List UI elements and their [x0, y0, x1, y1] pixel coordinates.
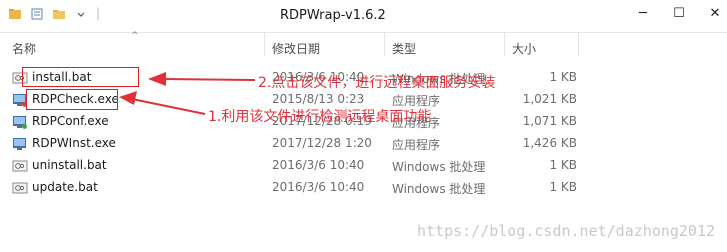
- bat-icon: [12, 158, 28, 174]
- file-size: 1 KB: [549, 180, 577, 194]
- minimize-icon[interactable]: ─: [635, 6, 651, 21]
- properties-icon[interactable]: [30, 6, 44, 20]
- column-divider[interactable]: [264, 32, 265, 56]
- bat-icon: [12, 180, 28, 196]
- file-type: Windows 批处理: [392, 160, 486, 174]
- customize-toolbar-icon[interactable]: [74, 6, 88, 20]
- column-size[interactable]: 大小: [512, 40, 536, 57]
- maximize-icon[interactable]: ☐: [671, 6, 687, 21]
- file-row[interactable]: update.bat 2016/3/6 10:40 Windows 批处理 1 …: [0, 177, 727, 198]
- title-bar: | RDPWrap-v1.6.2 ─ ☐ ✕: [0, 0, 727, 33]
- file-date: 2017/12/28 1:20: [272, 136, 372, 150]
- column-type[interactable]: 类型: [392, 40, 416, 57]
- new-folder-icon[interactable]: [52, 6, 66, 20]
- file-size: 1,071 KB: [522, 114, 577, 128]
- highlight-box-rdpcheck: [26, 89, 118, 110]
- annotation-check: 1.利用该文件进行检测远程桌面功能: [208, 109, 432, 125]
- column-divider[interactable]: [384, 32, 385, 56]
- file-type: Windows 批处理: [392, 182, 486, 196]
- window-title: RDPWrap-v1.6.2: [280, 8, 386, 23]
- file-row[interactable]: uninstall.bat 2016/3/6 10:40 Windows 批处理…: [0, 155, 727, 176]
- window-controls: ─ ☐ ✕: [635, 6, 723, 21]
- file-size: 1 KB: [549, 158, 577, 172]
- file-date: 2016/3/6 10:40: [272, 180, 365, 194]
- column-date[interactable]: 修改日期: [272, 40, 320, 57]
- file-type: 应用程序: [392, 138, 441, 152]
- column-name[interactable]: 名称: [12, 40, 36, 57]
- file-date: 2016/3/6 10:40: [272, 158, 365, 172]
- file-name: RDPConf.exe: [32, 114, 109, 128]
- close-icon[interactable]: ✕: [707, 6, 723, 21]
- annotation-install: 2.点击该文件，进行远程桌面服务安装: [258, 75, 496, 91]
- file-name: update.bat: [32, 180, 98, 194]
- file-date: 2015/8/13 0:23: [272, 92, 365, 106]
- file-size: 1,426 KB: [522, 136, 577, 150]
- column-divider[interactable]: [504, 32, 505, 56]
- exe-icon: [12, 136, 28, 152]
- sort-ascending-icon: ^: [131, 31, 139, 41]
- file-name: uninstall.bat: [32, 158, 107, 172]
- column-divider[interactable]: [578, 32, 579, 56]
- file-size: 1,021 KB: [522, 92, 577, 106]
- column-header: ^ 名称 修改日期 类型 大小: [0, 31, 727, 60]
- quick-access-toolbar: |: [8, 6, 100, 20]
- exe-icon: [12, 114, 28, 130]
- file-row[interactable]: RDPWInst.exe 2017/12/28 1:20 应用程序 1,426 …: [0, 133, 727, 154]
- highlight-box-install: [22, 67, 139, 87]
- folder-icon: [8, 6, 22, 20]
- file-name: RDPWInst.exe: [32, 136, 116, 150]
- watermark: https://blog.csdn.net/dazhong2012: [416, 222, 715, 240]
- toolbar-separator: |: [96, 6, 101, 20]
- file-size: 1 KB: [549, 70, 577, 84]
